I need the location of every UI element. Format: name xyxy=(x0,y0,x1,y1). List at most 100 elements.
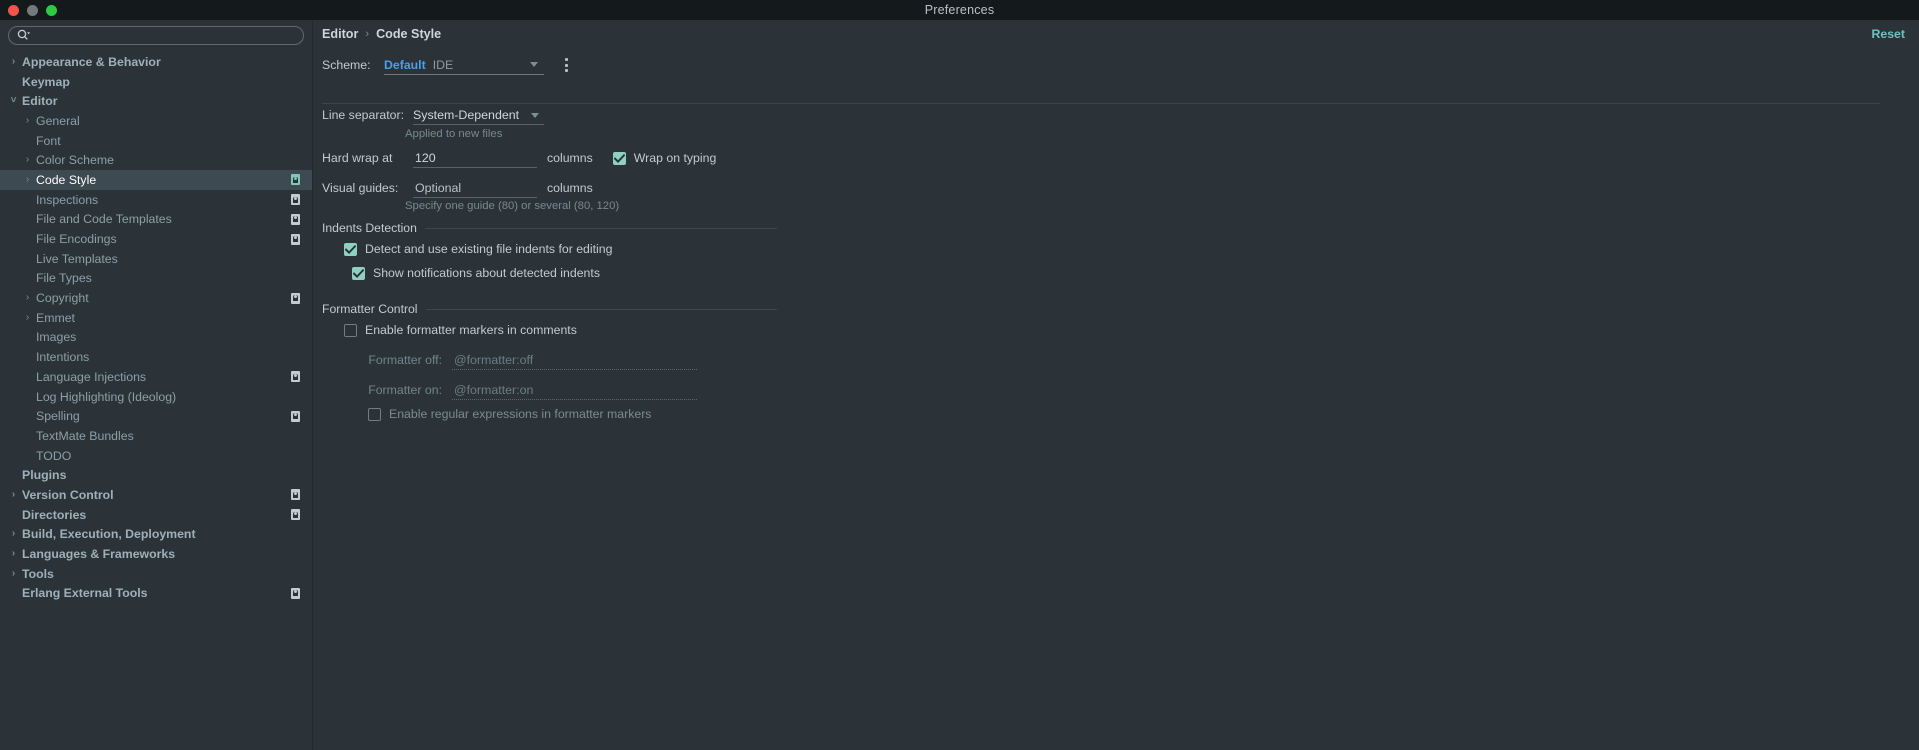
enable-markers-row[interactable]: Enable formatter markers in comments xyxy=(344,323,577,337)
config-scope-icon xyxy=(291,587,300,599)
chevron-right-icon[interactable]: › xyxy=(23,174,32,184)
sidebar-item-label: TODO xyxy=(36,448,72,463)
detect-indents-label: Detect and use existing file indents for… xyxy=(365,242,613,256)
scheme-select[interactable]: Default IDE xyxy=(384,55,544,75)
search-input[interactable] xyxy=(31,29,295,42)
chevron-down-icon[interactable]: ˅ xyxy=(9,96,18,106)
zoom-button[interactable] xyxy=(46,4,57,16)
indents-detection-header: Indents Detection xyxy=(322,221,777,235)
show-notifications-row[interactable]: Show notifications about detected indent… xyxy=(352,266,600,280)
section-divider xyxy=(425,308,777,310)
sidebar-item-label: Inspections xyxy=(36,192,99,207)
line-separator-label: Line separator: xyxy=(322,108,405,122)
sidebar-item-version-control[interactable]: › Version Control xyxy=(0,485,312,505)
chevron-right-icon[interactable]: › xyxy=(9,529,18,539)
settings-main-panel: Editor › Code Style Reset Scheme: Defaul… xyxy=(314,20,1919,750)
sidebar-item-plugins[interactable]: Plugins xyxy=(0,465,312,485)
sidebar-item-label: Log Highlighting (Ideolog) xyxy=(36,389,177,404)
config-scope-icon xyxy=(291,410,300,422)
sidebar-item-label: TextMate Bundles xyxy=(36,428,134,443)
sidebar-item-intentions[interactable]: Intentions xyxy=(0,347,312,367)
indents-detection-title: Indents Detection xyxy=(322,221,417,235)
show-notifications-checkbox[interactable] xyxy=(352,266,365,280)
settings-tree[interactable]: › Appearance & Behavior Keymap ˅ Editor › Gene… xyxy=(0,52,312,603)
breadcrumb-separator-icon: › xyxy=(365,28,370,40)
sidebar-item-build-execution-deployment[interactable]: › Build, Execution, Deployment xyxy=(0,525,312,545)
scheme-divider xyxy=(322,103,1880,104)
sidebar-item-erlang-external-tools[interactable]: Erlang External Tools xyxy=(0,584,312,604)
scheme-kind: IDE xyxy=(432,57,454,72)
chevron-right-icon[interactable]: › xyxy=(9,549,18,559)
wrap-on-typing-checkbox[interactable] xyxy=(612,151,626,165)
config-scope-icon xyxy=(291,371,300,383)
minimize-button[interactable] xyxy=(27,4,38,16)
scheme-label: Scheme: xyxy=(322,58,371,72)
chevron-right-icon[interactable]: › xyxy=(9,56,18,66)
window-title: Preferences xyxy=(924,3,995,17)
sidebar-item-log-highlighting-ideolog[interactable]: Log Highlighting (Ideolog) xyxy=(0,387,312,407)
formatter-control-title: Formatter Control xyxy=(322,302,418,316)
sidebar-item-inspections[interactable]: Inspections xyxy=(0,190,312,210)
sidebar-item-directories[interactable]: Directories xyxy=(0,505,312,525)
sidebar-item-tools[interactable]: › Tools xyxy=(0,564,312,584)
sidebar-item-images[interactable]: Images xyxy=(0,328,312,348)
enable-regex-row[interactable]: Enable regular expressions in formatter … xyxy=(368,407,651,421)
search-icon xyxy=(17,29,31,42)
chevron-right-icon[interactable]: › xyxy=(23,155,32,165)
sidebar-item-general[interactable]: › General xyxy=(0,111,312,131)
sidebar-item-spelling[interactable]: Spelling xyxy=(0,406,312,426)
hard-wrap-input[interactable]: 120 xyxy=(413,148,537,168)
sidebar-item-emmet[interactable]: › Emmet xyxy=(0,308,312,328)
formatter-on-row: Formatter on: @formatter:on xyxy=(352,380,697,400)
sidebar-item-code-style[interactable]: › Code Style xyxy=(0,170,312,190)
sidebar-item-label: File Types xyxy=(36,271,92,286)
sidebar-item-file-types[interactable]: File Types xyxy=(0,269,312,289)
sidebar-item-font[interactable]: Font xyxy=(0,131,312,151)
formatter-off-input[interactable]: @formatter:off xyxy=(452,350,697,370)
line-separator-select[interactable]: System-Dependent xyxy=(413,105,544,125)
chevron-right-icon[interactable]: › xyxy=(9,568,18,578)
sidebar-item-color-scheme[interactable]: › Color Scheme xyxy=(0,150,312,170)
chevron-right-icon[interactable]: › xyxy=(23,115,32,125)
visual-guides-unit: columns xyxy=(547,181,593,195)
sidebar-item-live-templates[interactable]: Live Templates xyxy=(0,249,312,269)
sidebar-item-editor[interactable]: ˅ Editor xyxy=(0,91,312,111)
formatter-off-value: @formatter:off xyxy=(454,352,534,367)
sidebar-item-label: Languages & Frameworks xyxy=(22,547,176,562)
sidebar-item-file-encodings[interactable]: File Encodings xyxy=(0,229,312,249)
enable-regex-checkbox[interactable] xyxy=(368,407,381,421)
formatter-on-input[interactable]: @formatter:on xyxy=(452,380,697,400)
sidebar-item-appearance-behavior[interactable]: › Appearance & Behavior xyxy=(0,52,312,72)
sidebar-item-label: Build, Execution, Deployment xyxy=(22,527,196,542)
sidebar-item-label: Editor xyxy=(22,94,58,109)
chevron-right-icon[interactable]: › xyxy=(23,293,32,303)
sidebar-item-todo[interactable]: TODO xyxy=(0,446,312,466)
chevron-right-icon[interactable]: › xyxy=(9,489,18,499)
sidebar-item-keymap[interactable]: Keymap xyxy=(0,72,312,92)
visual-guides-value: Optional xyxy=(415,180,462,195)
sidebar-item-file-and-code-templates[interactable]: File and Code Templates xyxy=(0,210,312,230)
sidebar-item-label: Live Templates xyxy=(36,251,118,266)
window-controls[interactable] xyxy=(8,0,57,20)
config-scope-icon xyxy=(291,233,300,245)
chevron-right-icon[interactable]: › xyxy=(23,312,32,322)
sidebar-item-copyright[interactable]: › Copyright xyxy=(0,288,312,308)
search-box[interactable] xyxy=(8,26,304,45)
sidebar-item-language-injections[interactable]: Language Injections xyxy=(0,367,312,387)
formatter-off-label: Formatter off: xyxy=(368,353,442,367)
visual-guides-input[interactable]: Optional xyxy=(413,178,537,198)
more-options-icon[interactable] xyxy=(558,55,574,75)
show-notifications-label: Show notifications about detected indent… xyxy=(373,266,600,280)
formatter-on-label: Formatter on: xyxy=(368,383,442,397)
reset-link[interactable]: Reset xyxy=(1872,27,1906,41)
detect-indents-checkbox[interactable] xyxy=(344,242,357,256)
detect-indents-row[interactable]: Detect and use existing file indents for… xyxy=(344,242,612,256)
enable-formatter-markers-checkbox[interactable] xyxy=(344,323,357,337)
sidebar-item-textmate-bundles[interactable]: TextMate Bundles xyxy=(0,426,312,446)
visual-guides-hint: Specify one guide (80) or several (80, 1… xyxy=(405,200,620,212)
sidebar-item-languages-frameworks[interactable]: › Languages & Frameworks xyxy=(0,544,312,564)
window-titlebar: Preferences xyxy=(0,0,1919,20)
breadcrumb-parent[interactable]: Editor xyxy=(322,27,358,41)
sidebar-item-label: Copyright xyxy=(36,291,89,306)
close-button[interactable] xyxy=(8,4,19,16)
